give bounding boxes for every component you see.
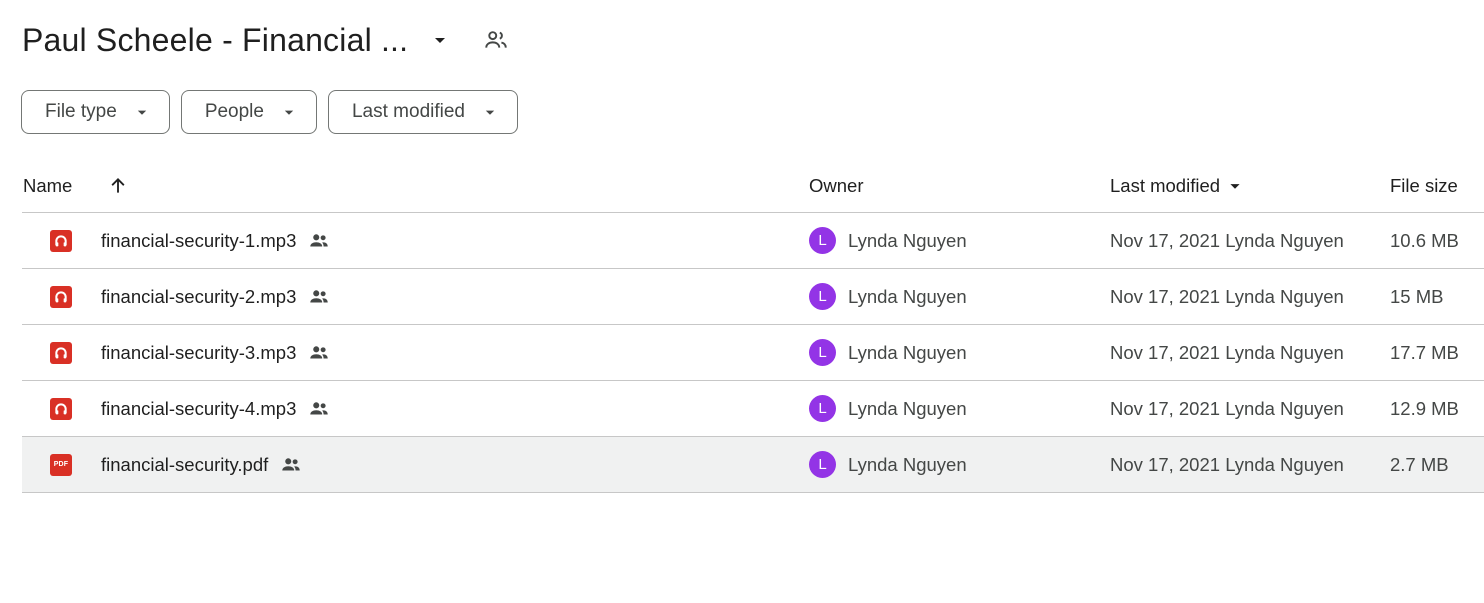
arrow-drop-down-icon [483, 105, 497, 119]
file-name: financial-security-2.mp3 [101, 269, 330, 324]
file-size-cell: 2.7 MB [1390, 453, 1449, 475]
audio-file-icon [50, 269, 72, 324]
table-header: Name Owner Last modified File size [22, 160, 1484, 213]
shared-icon [280, 454, 302, 476]
file-list: financial-security-1.mp3 L Lynda Nguyen … [22, 213, 1484, 493]
table-row[interactable]: financial-security-3.mp3 L Lynda Nguyen … [22, 325, 1484, 381]
last-modified-cell: Nov 17, 2021 Lynda Nguyen [1110, 229, 1344, 251]
folder-title[interactable]: Paul Scheele - Financial ... [22, 22, 408, 59]
arrow-drop-down-icon [1224, 175, 1246, 197]
avatar: L [809, 227, 836, 254]
file-name: financial-security.pdf [101, 437, 302, 492]
owner-cell: L Lynda Nguyen [809, 381, 967, 436]
owner-name: Lynda Nguyen [848, 397, 967, 419]
filter-chips: File type People Last modified [21, 90, 518, 134]
file-size-column-header[interactable]: File size [1390, 160, 1458, 212]
last-modified-cell: Nov 17, 2021 Lynda Nguyen [1110, 285, 1344, 307]
file-name-text: financial-security-4.mp3 [101, 397, 297, 419]
file-size-cell: 12.9 MB [1390, 397, 1459, 419]
chip-label: Last modified [351, 101, 465, 122]
file-name-text: financial-security.pdf [101, 453, 269, 475]
people-icon[interactable] [482, 26, 510, 54]
table-row[interactable]: financial-security-1.mp3 L Lynda Nguyen … [22, 213, 1484, 269]
owner-cell: L Lynda Nguyen [809, 269, 967, 324]
audio-file-icon [50, 213, 72, 268]
drive-folder-view: Paul Scheele - Financial ... File type P… [0, 0, 1484, 603]
last-modified-header-label: Last modified [1110, 175, 1221, 196]
table-row[interactable]: PDF financial-security.pdf L Lynda Nguye… [22, 437, 1484, 493]
file-name-text: financial-security-3.mp3 [101, 341, 297, 363]
chip-label: People [204, 101, 264, 122]
last-modified-cell: Nov 17, 2021 Lynda Nguyen [1110, 341, 1344, 363]
arrow-drop-down-icon [282, 105, 296, 119]
file-size-cell: 10.6 MB [1390, 229, 1459, 251]
people-filter[interactable]: People [180, 90, 317, 134]
folder-header: Paul Scheele - Financial ... [22, 18, 510, 62]
owner-cell: L Lynda Nguyen [809, 437, 967, 492]
owner-column-header[interactable]: Owner [809, 160, 864, 212]
owner-name: Lynda Nguyen [848, 285, 967, 307]
last-modified-cell: Nov 17, 2021 Lynda Nguyen [1110, 397, 1344, 419]
arrow-drop-down-icon [135, 105, 149, 119]
last-modified-filter[interactable]: Last modified [327, 90, 518, 134]
file-name-text: financial-security-1.mp3 [101, 229, 297, 251]
name-column-header[interactable]: Name [23, 160, 72, 212]
shared-icon [308, 286, 330, 308]
owner-name: Lynda Nguyen [848, 453, 967, 475]
avatar: L [809, 451, 836, 478]
file-name: financial-security-3.mp3 [101, 325, 330, 380]
arrow-drop-down-icon[interactable] [428, 28, 452, 52]
pdf-badge-text: PDF [53, 461, 69, 468]
file-name: financial-security-1.mp3 [101, 213, 330, 268]
owner-cell: L Lynda Nguyen [809, 325, 967, 380]
file-name: financial-security-4.mp3 [101, 381, 330, 436]
last-modified-column-header[interactable]: Last modified [1110, 160, 1246, 212]
avatar: L [809, 395, 836, 422]
audio-file-icon [50, 381, 72, 436]
file-size-cell: 15 MB [1390, 285, 1444, 307]
owner-cell: L Lynda Nguyen [809, 213, 967, 268]
owner-name: Lynda Nguyen [848, 229, 967, 251]
audio-file-icon [50, 325, 72, 380]
file-size-cell: 17.7 MB [1390, 341, 1459, 363]
file-type-filter[interactable]: File type [21, 90, 170, 134]
table-row[interactable]: financial-security-4.mp3 L Lynda Nguyen … [22, 381, 1484, 437]
pdf-file-icon: PDF [50, 437, 72, 492]
owner-name: Lynda Nguyen [848, 341, 967, 363]
avatar: L [809, 339, 836, 366]
shared-icon [308, 342, 330, 364]
arrow-upward-icon[interactable] [106, 160, 130, 212]
table-row[interactable]: financial-security-2.mp3 L Lynda Nguyen … [22, 269, 1484, 325]
file-name-text: financial-security-2.mp3 [101, 285, 297, 307]
chip-label: File type [45, 101, 117, 122]
shared-icon [308, 230, 330, 252]
last-modified-cell: Nov 17, 2021 Lynda Nguyen [1110, 453, 1344, 475]
shared-icon [308, 398, 330, 420]
avatar: L [809, 283, 836, 310]
